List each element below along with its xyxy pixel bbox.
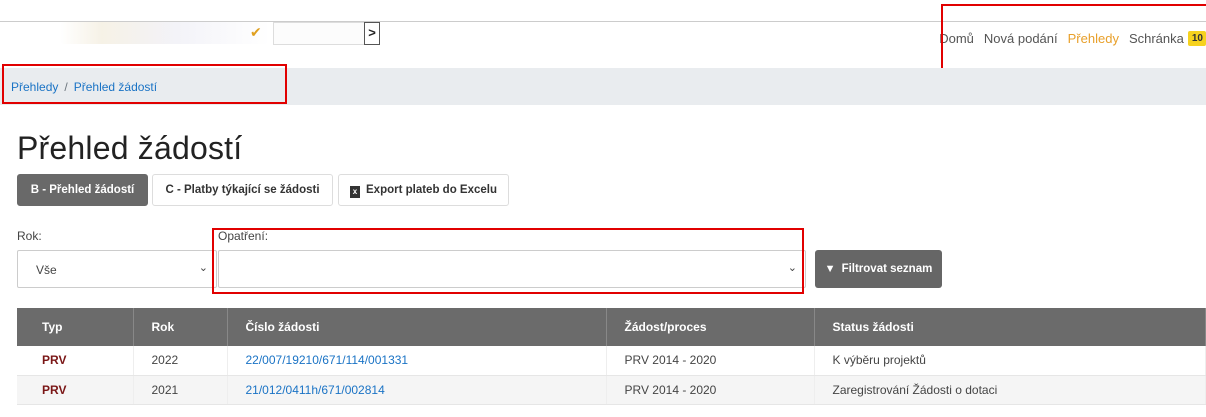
chevron-down-icon: ⌄	[198, 262, 208, 274]
export-excel-label: Export plateb do Excelu	[366, 184, 497, 196]
cell-status: K výběru projektů	[814, 346, 1206, 376]
highlight-nav-box	[941, 4, 1206, 74]
request-number-link[interactable]: 22/007/19210/671/114/001331	[246, 353, 409, 367]
filter-list-button[interactable]: ▼ Filtrovat seznam	[815, 250, 942, 288]
column-header-status[interactable]: Status žádosti	[814, 308, 1206, 346]
table-row: PRV 2022 22/007/19210/671/114/001331 PRV…	[17, 346, 1206, 376]
funnel-icon: ▼	[824, 263, 836, 275]
check-icon: ✔	[250, 24, 262, 40]
column-header-cislo[interactable]: Číslo žádosti	[227, 308, 607, 346]
cell-cislo: 22/007/19210/671/114/001331	[227, 346, 607, 376]
table-header-row: Typ Rok Číslo žádosti Žádost/proces Stat…	[17, 308, 1206, 346]
cell-proces: PRV 2014 - 2020	[606, 346, 815, 376]
search-submit-button[interactable]: >	[364, 22, 380, 45]
table-row: PRV 2021 21/012/0411h/671/002814 PRV 201…	[17, 375, 1206, 405]
column-header-typ[interactable]: Typ	[17, 308, 134, 346]
search-input[interactable]	[273, 22, 365, 45]
excel-icon: x	[350, 186, 360, 198]
cell-proces: PRV 2014 - 2020	[606, 375, 815, 405]
requests-table: Typ Rok Číslo žádosti Žádost/proces Stat…	[17, 308, 1206, 405]
cell-cislo: 21/012/0411h/671/002814	[227, 375, 607, 405]
highlight-breadcrumb-box	[2, 64, 287, 104]
tab-b-prehled-zadosti[interactable]: B - Přehled žádostí	[17, 174, 148, 206]
column-header-rok[interactable]: Rok	[133, 308, 228, 346]
rok-select[interactable]: Vše ⌄	[17, 250, 217, 288]
column-header-proces[interactable]: Žádost/proces	[606, 308, 815, 346]
export-excel-button[interactable]: x Export plateb do Excelu	[338, 174, 509, 206]
cell-typ: PRV	[17, 346, 134, 376]
filter-list-label: Filtrovat seznam	[841, 263, 933, 275]
highlight-opatreni-box	[212, 228, 804, 294]
page-title: Přehled žádostí	[17, 130, 243, 166]
request-number-link[interactable]: 21/012/0411h/671/002814	[246, 383, 385, 397]
logo[interactable]	[60, 22, 270, 44]
rok-select-value: Vše	[36, 263, 57, 277]
cell-typ: PRV	[17, 375, 134, 405]
rok-label: Rok:	[17, 229, 42, 243]
tab-c-platby[interactable]: C - Platby týkající se žádosti	[152, 174, 333, 206]
cell-rok: 2021	[133, 375, 228, 405]
cell-status: Zaregistrování Žádosti o dotaci	[814, 375, 1206, 405]
cell-rok: 2022	[133, 346, 228, 376]
